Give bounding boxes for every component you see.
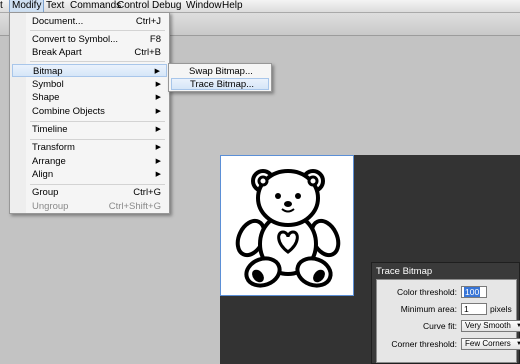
menu-item-timeline[interactable]: Timeline ▶ bbox=[12, 123, 167, 136]
menu-item-group[interactable]: Group Ctrl+G bbox=[12, 186, 167, 199]
curve-fit-select[interactable]: Very Smooth ▼ bbox=[461, 320, 520, 332]
chevron-down-icon: ▼ bbox=[516, 341, 520, 347]
corner-threshold-select[interactable]: Few Corners ▼ bbox=[461, 338, 520, 350]
menu-item-trace-bitmap[interactable]: Trace Bitmap... bbox=[171, 78, 269, 90]
bitmap-submenu: Swap Bitmap... Trace Bitmap... bbox=[168, 63, 272, 92]
menu-separator bbox=[30, 121, 165, 122]
menu-separator bbox=[30, 30, 165, 31]
corner-threshold-label: Corner threshold: bbox=[391, 339, 457, 349]
dialog-body: Color threshold: 100 Minimum area: 1 pix… bbox=[376, 279, 520, 363]
menu-edit-partial[interactable]: t bbox=[0, 0, 5, 12]
menu-item-bitmap[interactable]: Bitmap ▶ bbox=[12, 64, 167, 77]
stage[interactable] bbox=[220, 155, 354, 296]
menu-item-shape[interactable]: Shape ▶ bbox=[12, 91, 167, 104]
menu-separator bbox=[30, 184, 165, 185]
menu-help[interactable]: Help bbox=[220, 0, 245, 12]
chevron-right-icon: ▶ bbox=[155, 171, 161, 178]
minimum-area-input[interactable]: 1 bbox=[461, 303, 487, 315]
menu-item-ungroup[interactable]: Ungroup Ctrl+Shift+G bbox=[12, 200, 167, 213]
color-threshold-input[interactable]: 100 bbox=[461, 286, 487, 298]
chevron-right-icon: ▶ bbox=[155, 144, 161, 151]
chevron-right-icon: ▶ bbox=[155, 94, 161, 101]
modify-menu: Document... Ctrl+J Convert to Symbol... … bbox=[9, 12, 170, 214]
menu-control[interactable]: Control bbox=[115, 0, 151, 12]
chevron-right-icon: ▶ bbox=[155, 158, 161, 165]
dialog-title: Trace Bitmap bbox=[376, 266, 433, 277]
teddy-bear-bitmap[interactable] bbox=[221, 156, 355, 297]
chevron-down-icon: ▼ bbox=[516, 323, 520, 329]
color-threshold-label: Color threshold: bbox=[396, 287, 457, 297]
menu-window[interactable]: Window bbox=[184, 0, 224, 12]
chevron-right-icon: ▶ bbox=[155, 81, 161, 88]
menu-item-convert-to-symbol[interactable]: Convert to Symbol... F8 bbox=[12, 33, 167, 46]
minimum-area-label: Minimum area: bbox=[400, 304, 457, 314]
menu-separator bbox=[30, 139, 165, 140]
trace-bitmap-dialog: Trace Bitmap Color threshold: 100 Minimu… bbox=[371, 262, 520, 364]
menu-item-swap-bitmap[interactable]: Swap Bitmap... bbox=[171, 66, 269, 78]
menu-item-combine-objects[interactable]: Combine Objects ▶ bbox=[12, 105, 167, 118]
menu-item-transform[interactable]: Transform ▶ bbox=[12, 141, 167, 154]
menu-item-arrange[interactable]: Arrange ▶ bbox=[12, 155, 167, 168]
chevron-right-icon: ▶ bbox=[154, 68, 160, 75]
menu-item-align[interactable]: Align ▶ bbox=[12, 168, 167, 181]
menu-item-document[interactable]: Document... Ctrl+J bbox=[12, 15, 167, 28]
menu-item-break-apart[interactable]: Break Apart Ctrl+B bbox=[12, 46, 167, 59]
menu-text[interactable]: Text bbox=[44, 0, 66, 12]
menu-debug[interactable]: Debug bbox=[150, 0, 183, 12]
chevron-right-icon: ▶ bbox=[155, 108, 161, 115]
curve-fit-label: Curve fit: bbox=[422, 321, 457, 331]
menu-separator bbox=[30, 61, 165, 62]
minimum-area-unit: pixels bbox=[490, 304, 512, 314]
menu-item-symbol[interactable]: Symbol ▶ bbox=[12, 78, 167, 91]
chevron-right-icon: ▶ bbox=[155, 126, 161, 133]
